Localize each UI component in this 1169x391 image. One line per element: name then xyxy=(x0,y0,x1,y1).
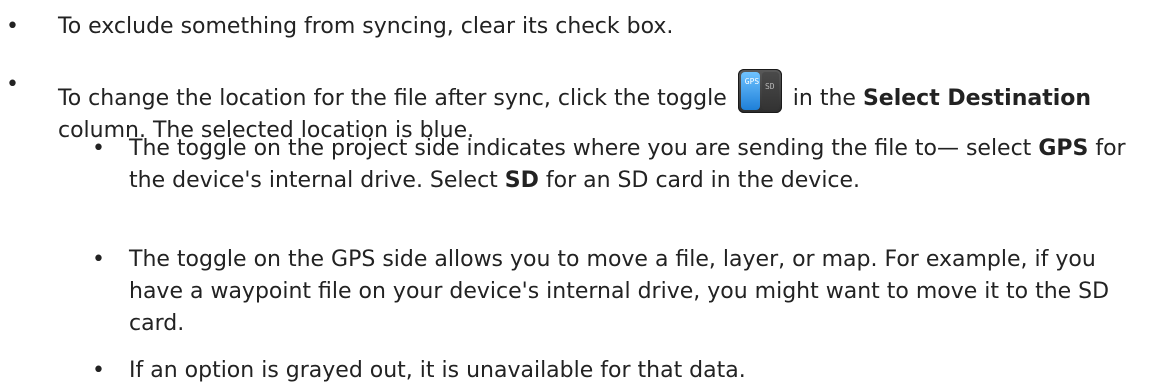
gps-glyph: GPS xyxy=(744,77,760,86)
gps-sd-toggle-icon: GPS SD xyxy=(737,69,782,113)
sd-glyph: SD xyxy=(764,82,775,91)
sublist-item-gps-side: The toggle on the GPS side allows you to… xyxy=(92,244,1149,340)
list-item-exclude-sync: To exclude something from syncing, clear… xyxy=(6,11,1148,43)
subitem-text: The toggle on the GPS side allows you to… xyxy=(129,247,1110,336)
gps-bold: GPS xyxy=(1038,136,1089,161)
subitem-text: If an option is grayed out, it is unavai… xyxy=(129,358,746,383)
subitem-text-3: for an SD card in the device. xyxy=(538,168,861,193)
sd-bold: SD xyxy=(504,168,539,193)
sd-half xyxy=(761,72,779,110)
select-destination-bold: Select Destination xyxy=(862,86,1092,111)
item-text: To exclude something from syncing, clear… xyxy=(58,14,674,39)
sublist-item-project-side: The toggle on the project side indicates… xyxy=(92,133,1149,197)
subitem-text-1: The toggle on the project side indicates… xyxy=(129,136,1039,161)
item-text-after-icon: in the xyxy=(785,86,863,111)
sublist-item-grayed-out: If an option is grayed out, it is unavai… xyxy=(92,355,1149,387)
item-text-before-icon: To change the location for the file afte… xyxy=(58,86,727,111)
